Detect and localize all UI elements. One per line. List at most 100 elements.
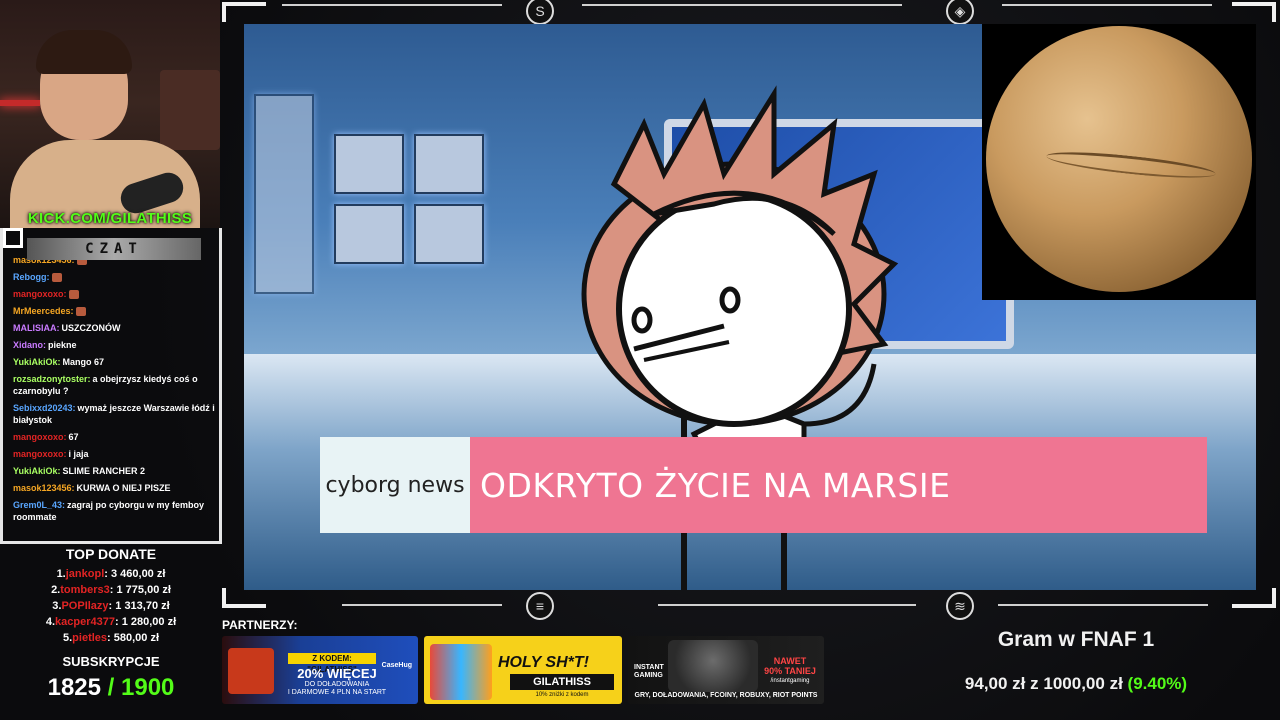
donation-goal-title: Gram w FNAF 1	[997, 628, 1155, 651]
partner1-line1: DO DOŁADOWANIA	[304, 681, 370, 688]
mars-inset	[982, 24, 1256, 300]
chat-message: Sebixxd20243: wymaż jeszcze Warszawie łód…	[13, 402, 217, 426]
goal-percent: (9.40%)	[1127, 674, 1188, 693]
chat-username[interactable]: Rebogg:	[13, 272, 50, 282]
goal-separator: z	[1030, 674, 1039, 693]
donation-goal-progress: 94,00 zł z 1000,00 zł (9.40%)	[936, 674, 1216, 694]
partner1-code-tag: Z KODEM: "GILATHISS"	[288, 653, 376, 674]
chat-message: YukiAkiOk: Mango 67	[13, 356, 217, 368]
subs-title: SUBSKRYPCJE	[62, 654, 160, 669]
partner2-headline: HOLY SH*T!	[498, 654, 589, 671]
chat-text: Mango 67	[62, 357, 105, 367]
chat-username[interactable]: rozsadzonytoster:	[13, 374, 91, 384]
donor-row: 4.kacper4377: 1 280,00 zł	[0, 614, 222, 630]
channel-label: KICK.COM/GILATHISS	[27, 209, 193, 227]
chat-username[interactable]: masok123456:	[13, 483, 75, 493]
frame-edge-bottom-center	[658, 604, 916, 606]
chat-message-list[interactable]: masok123456: Rebogg: mangoxoxo: MrMeercedes…	[13, 254, 217, 528]
chat-message: rozsadzonytoster: a obejrzysz kiedyś coś …	[13, 373, 217, 397]
chat-message: MALISIAA: USZCZONÓW	[13, 322, 217, 334]
partner3-promo: NAWET 90% TANIEJ	[758, 656, 822, 676]
frame-edge-bottom-left	[342, 604, 502, 606]
frame-corner-bottom-left	[222, 588, 266, 608]
chat-text: SLIME RANCHER 2	[62, 466, 146, 476]
donor-rank: 1.	[56, 568, 66, 580]
partner-banner-holysht[interactable]: HOLY SH*T! GILATHISS 10% zniżki z kodem	[424, 636, 622, 704]
chat-header-label: CZAT	[85, 241, 143, 257]
top-donate-panel: TOP DONATE 1.jankopl: 3 460,00 zł 2.tombe…	[0, 544, 222, 646]
donor-row: 5.pietles: 580,00 zł	[0, 630, 222, 646]
instant-gaming-logo-line1: INSTANT	[634, 664, 664, 671]
chat-username[interactable]: MrMeercedes:	[13, 306, 74, 316]
emote-icon	[75, 307, 86, 317]
frame-edge-top-right	[1002, 4, 1212, 6]
webcam-feed: KICK.COM/GILATHISS	[0, 0, 220, 228]
chat-message: Xidano: piekne	[13, 339, 217, 351]
donor-rank: 2.	[51, 584, 61, 596]
subs-counter: 1825 / 1900	[0, 674, 222, 702]
top-donate-title: TOP DONATE	[65, 546, 157, 562]
donor-list: 1.jankopl: 3 460,00 zł 2.tombers3: 1 775,…	[0, 566, 222, 646]
webcam-led-light	[0, 100, 40, 106]
chat-username[interactable]: YukiAkiOk:	[13, 466, 61, 476]
donor-row: 3.POPIlazy: 1 313,70 zł	[0, 598, 222, 614]
drink-bottles-icon	[430, 644, 492, 700]
chat-message: masok123456: KURWA O NIEJ PISZE	[13, 482, 217, 494]
donor-amount: : 1 775,00 zł	[109, 584, 171, 596]
sponsor-logo-icon: S	[526, 0, 554, 25]
partner3-handle: /instantgaming	[770, 678, 810, 684]
partner-banner-instant-gaming[interactable]: INSTANT GAMING NAWET 90% TANIEJ /instant…	[628, 636, 824, 704]
chat-username[interactable]: mangoxoxo:	[13, 449, 67, 459]
frame-corner-bottom-right	[1232, 588, 1276, 608]
frame-edge-bottom-right	[998, 604, 1208, 606]
chat-username[interactable]: Xidano:	[13, 340, 46, 350]
chat-username[interactable]: MALISIAA:	[13, 323, 60, 333]
mars-planet-image	[986, 26, 1252, 292]
chat-username[interactable]: mangoxoxo:	[13, 289, 67, 299]
studio-screens	[254, 94, 494, 344]
studio-screen	[254, 94, 314, 294]
donor-amount: : 1 280,00 zł	[114, 616, 177, 628]
striped-logo-icon: ≡	[526, 592, 554, 620]
frame-edge-top-left	[282, 4, 502, 6]
donor-row: 2.tombers3: 1 775,00 zł	[0, 582, 222, 598]
chat-text: USZCZONÓW	[61, 323, 121, 333]
donor-name: POPIlazy	[61, 600, 109, 612]
chat-username[interactable]: mangoxoxo:	[13, 432, 67, 442]
emote-icon	[51, 273, 62, 283]
partner3-promo-line1: NAWET	[773, 656, 807, 666]
partner2-subline: 10% zniżki z kodem	[535, 692, 589, 698]
donor-rank: 5.	[62, 632, 73, 644]
partner3-promo-line2: 90% TANIEJ	[764, 666, 816, 676]
partner3-tagline: GRY, DOŁADOWANIA, FCOINY, ROBUXY, RIOT P…	[634, 692, 818, 699]
chat-message: YukiAkiOk: SLIME RANCHER 2	[13, 465, 217, 477]
studio-screen	[414, 134, 484, 194]
goal-current: 94,00 zł	[964, 674, 1026, 693]
chat-message: Grem0L_43: zagraj po cyborgu w my femboy …	[13, 499, 217, 523]
chat-username[interactable]: Grem0L_43:	[13, 500, 65, 510]
donor-name: tombers3	[60, 584, 110, 596]
partner1-line2: I DARMOWE 4 PLN NA START	[287, 689, 387, 696]
chat-username[interactable]: YukiAkiOk:	[13, 357, 61, 367]
chat-message: MrMeercedes:	[13, 305, 217, 317]
frame-corner-top-left	[222, 2, 266, 22]
crate-icon	[228, 648, 274, 694]
chat-panel: masok123456: Rebogg: mangoxoxo: MrMeercedes…	[0, 228, 222, 544]
game-artwork	[668, 640, 758, 692]
chat-username[interactable]: Sebixxd20243:	[13, 403, 76, 413]
partner-banner-casehug[interactable]: Z KODEM: "GILATHISS" 20% WIĘCEJ DO DOŁAD…	[222, 636, 418, 704]
donor-amount: : 580,00 zł	[107, 632, 160, 644]
donor-name: kacper4377	[55, 616, 115, 628]
partner1-brand: CaseHug	[381, 662, 412, 669]
news-lower-third: cyborg news ODKRYTO ŻYCIE NA MARSIE	[320, 437, 1207, 533]
frame-edge-top-center	[582, 4, 902, 6]
studio-screen	[414, 204, 484, 264]
chat-text: piekne	[48, 340, 77, 350]
chat-message: mangoxoxo: i jaja	[13, 448, 217, 460]
instant-gaming-logo: INSTANT GAMING	[634, 664, 664, 680]
channel-label-bar: KICK.COM/GILATHISS	[0, 208, 220, 228]
stream-layout: KICK.COM/GILATHISS masok123456: Rebogg: ma…	[0, 0, 1280, 720]
partner1-subline: DO DOŁADOWANIA I DARMOWE 4 PLN NA START	[282, 681, 392, 697]
wave-logo-icon: ≋	[946, 592, 974, 620]
subs-goal: / 1900	[107, 674, 175, 701]
